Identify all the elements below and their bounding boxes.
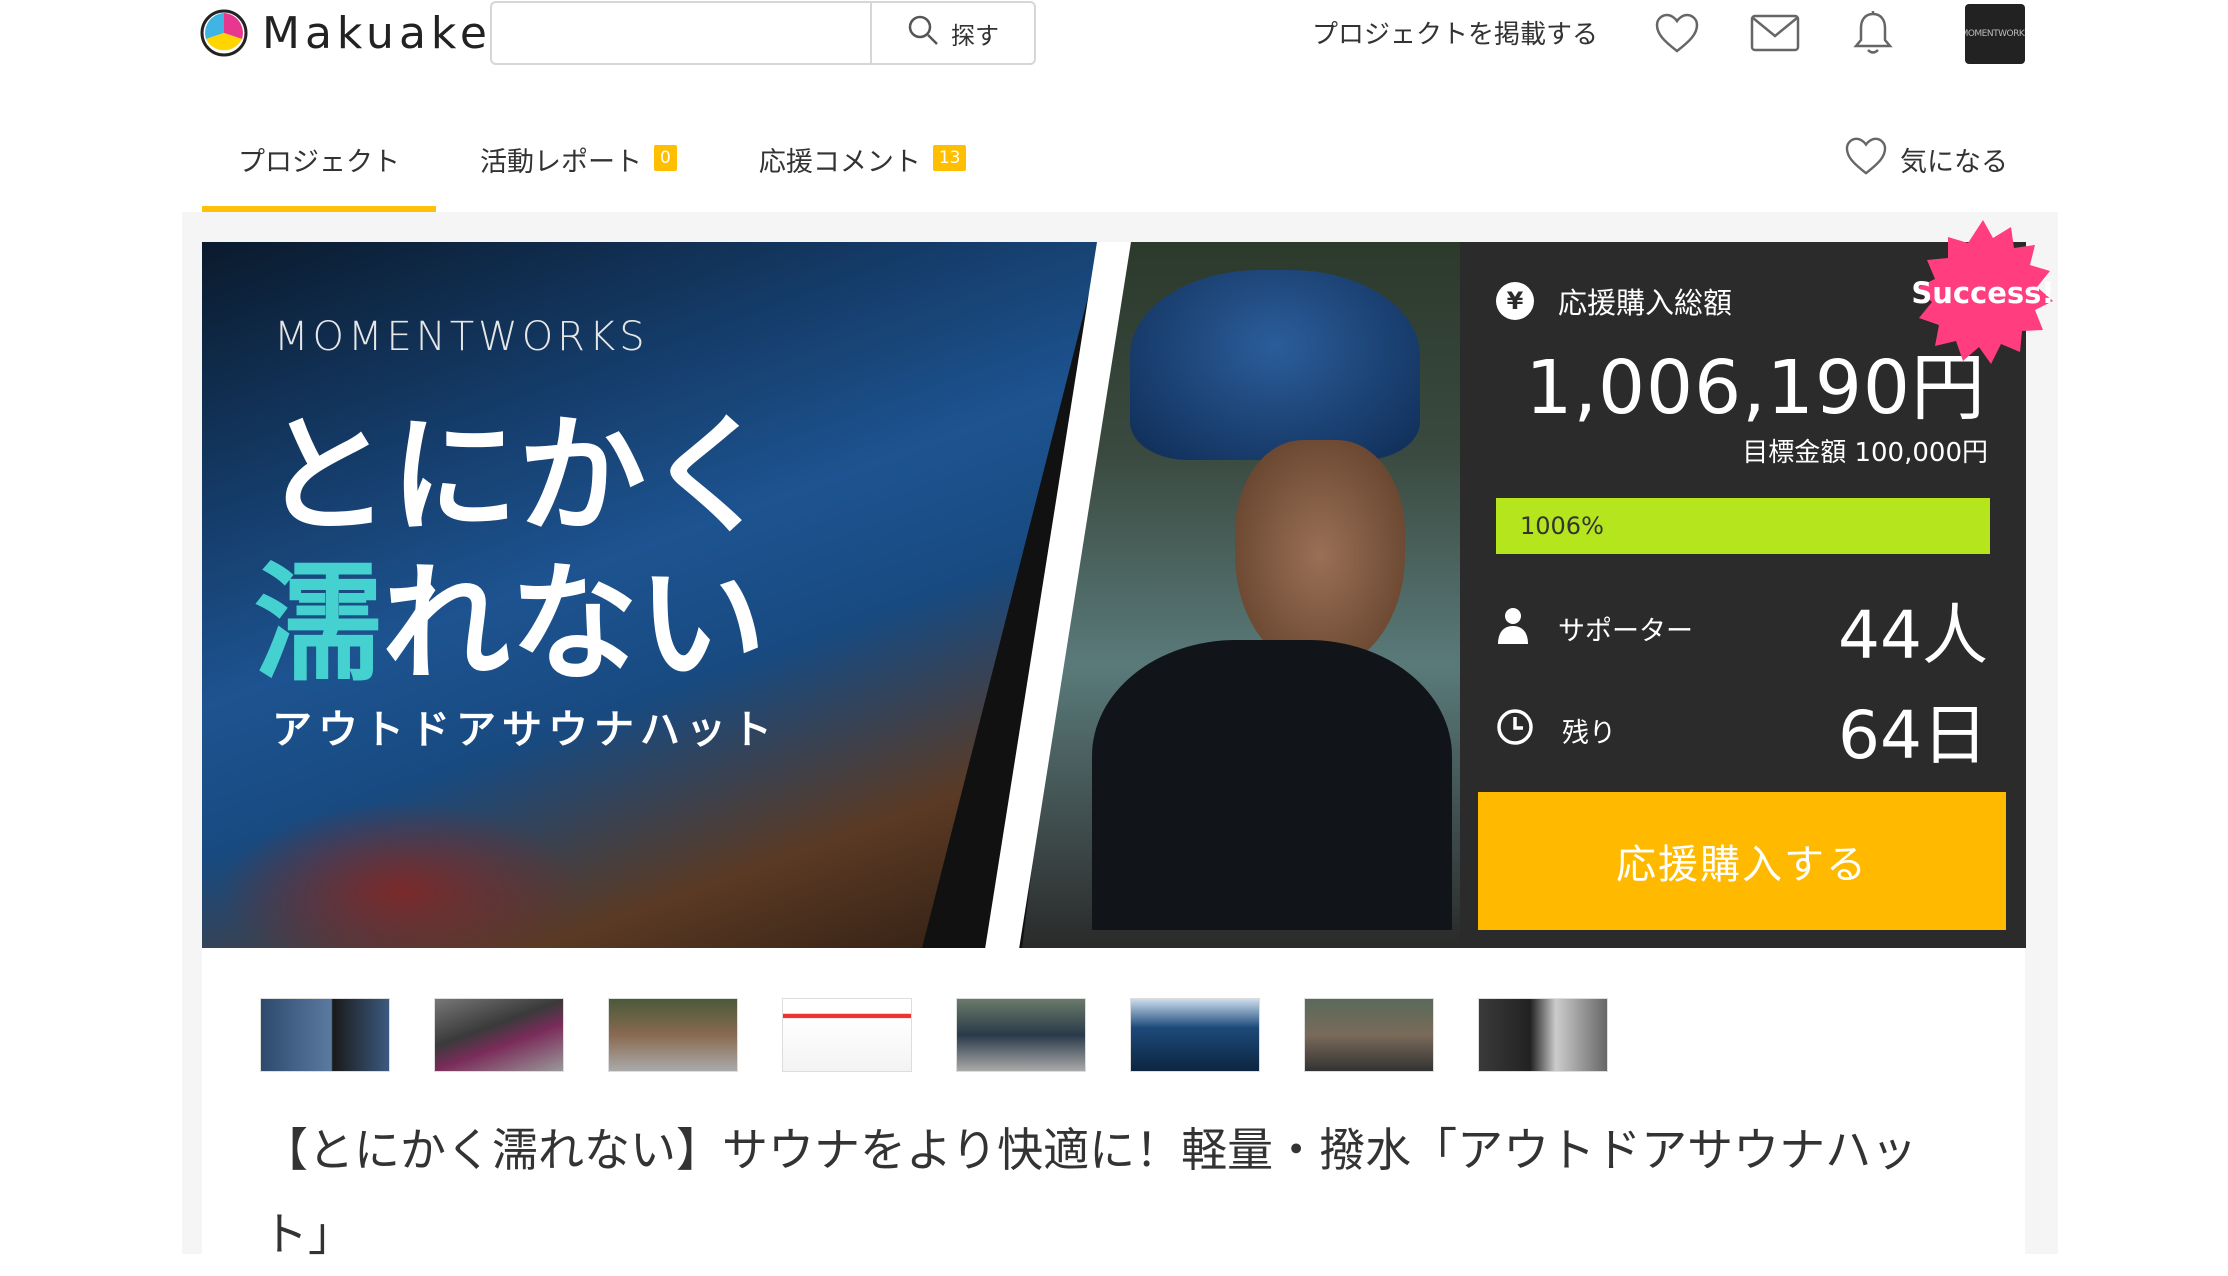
catch-copy-line2: 濡れない — [254, 520, 766, 705]
search-icon — [907, 14, 939, 52]
heart-icon — [1844, 136, 1888, 183]
post-project-link[interactable]: プロジェクトを掲載する — [1312, 14, 1598, 51]
logo-text: Makuake — [262, 7, 492, 59]
search-input[interactable] — [492, 3, 870, 63]
progress-bar: 1006% — [1496, 498, 1990, 554]
count-badge: 0 — [654, 145, 677, 171]
bell-icon[interactable] — [1848, 10, 1898, 56]
thumbnail-8[interactable] — [1478, 998, 1608, 1072]
brand-logo: MOMENTWORKS — [274, 314, 649, 360]
makuake-logo[interactable]: Makuake — [200, 7, 492, 59]
supporters-row: サポーター — [1496, 606, 1693, 651]
goal-amount: 目標金額 100,000円 — [1742, 438, 1988, 468]
makuake-logo-icon — [200, 9, 248, 57]
supporters-label: サポーター — [1558, 616, 1693, 647]
thumbnail-2[interactable] — [434, 998, 564, 1072]
favorite-button[interactable]: 気になる — [1844, 136, 2008, 183]
remaining-label: 残り — [1562, 718, 1616, 749]
thumbnail-strip — [260, 998, 1608, 1072]
mail-icon[interactable] — [1750, 10, 1800, 56]
tab-activity-report[interactable]: 活動レポート 0 — [480, 120, 677, 212]
person-figure — [1235, 440, 1405, 670]
thumbnail-1[interactable] — [260, 998, 390, 1072]
count-badge: 13 — [932, 145, 967, 171]
tab-label: 応援コメント — [758, 147, 921, 178]
tab-label: 活動レポート — [480, 147, 642, 178]
thumbnail-4[interactable] — [782, 998, 912, 1072]
supporters-count: 44人 — [1838, 597, 1988, 674]
favorite-label: 気になる — [1900, 147, 2008, 178]
person-icon — [1496, 606, 1530, 651]
search-bar: 探す — [490, 1, 1036, 65]
project-title: 【とにかく濡れない】サウナをより快適に！軽量・撥水「アウトドアサウナハット」 — [262, 1123, 1918, 1261]
total-label: 応援購入総額 — [1558, 286, 1733, 320]
tab-project[interactable]: プロジェクト — [202, 120, 436, 212]
search-button[interactable]: 探す — [870, 3, 1034, 63]
success-text: Success! — [1911, 276, 2055, 310]
total-label-row: ¥ 応援購入総額 — [1496, 280, 1732, 322]
heart-icon[interactable] — [1652, 10, 1702, 56]
catch-accent: 濡 — [254, 549, 383, 699]
clock-icon — [1496, 708, 1534, 753]
thumbnail-5[interactable] — [956, 998, 1086, 1072]
tab-comments[interactable]: 応援コメント 13 — [759, 120, 967, 212]
support-purchase-button[interactable]: 応援購入する — [1478, 792, 2006, 930]
user-avatar[interactable]: MOMENTWORKS — [1965, 4, 2025, 64]
catch-rest: れない — [382, 549, 767, 699]
progress-percent: 1006% — [1520, 512, 1604, 540]
thumbnail-3[interactable] — [608, 998, 738, 1072]
yen-icon: ¥ — [1496, 282, 1534, 320]
search-button-label: 探す — [951, 21, 999, 50]
hat-figure — [1130, 270, 1420, 460]
tab-label: プロジェクト — [238, 147, 400, 178]
progress-fill: 1006% — [1496, 498, 1990, 554]
success-badge: Success! — [1908, 218, 2058, 368]
project-tabs: プロジェクト 活動レポート 0 応援コメント 13 — [202, 120, 1048, 212]
remaining-row: 残り — [1496, 708, 1616, 753]
thumbnail-6[interactable] — [1130, 998, 1260, 1072]
thumbnail-7[interactable] — [1304, 998, 1434, 1072]
catch-copy-sub: アウトドアサウナハット — [272, 706, 778, 753]
remaining-days: 64日 — [1838, 697, 1988, 774]
hoodie-figure — [1092, 640, 1452, 930]
